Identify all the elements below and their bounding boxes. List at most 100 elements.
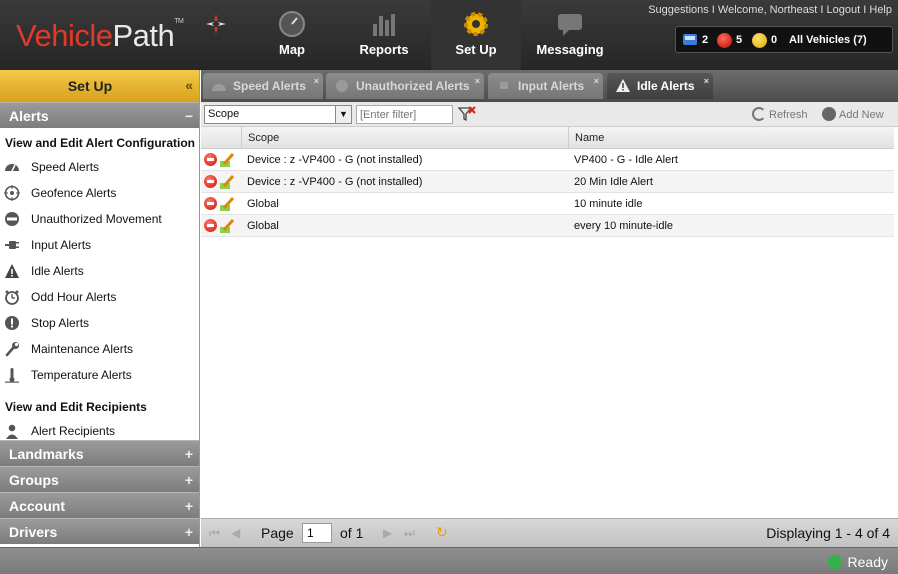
chevron-down-icon[interactable]: ▼ (335, 106, 351, 123)
collapse-icon[interactable]: − (185, 103, 193, 129)
tab-idle-alerts[interactable]: Idle Alerts × (607, 73, 713, 99)
expand-icon[interactable]: + (185, 467, 193, 493)
last-page-icon[interactable]: ⏭ (404, 526, 415, 541)
table-row[interactable]: Global 10 minute idle (201, 193, 894, 215)
add-new-button[interactable]: Add New (822, 107, 884, 121)
gear-icon (464, 12, 488, 36)
nav-map-label: Map (279, 42, 305, 57)
edit-pencil-icon[interactable] (219, 152, 235, 168)
clear-filter-icon[interactable] (458, 106, 476, 122)
cell-name: VP400 - G - Idle Alert (574, 154, 678, 166)
account-section-header[interactable]: Account + (0, 492, 199, 518)
tab-speed-alerts[interactable]: Speed Alerts × (203, 73, 323, 99)
menu-alert-recipients[interactable]: Alert Recipients (0, 418, 199, 440)
delete-icon[interactable] (204, 197, 217, 210)
nav-map[interactable]: Map (247, 0, 337, 70)
expand-icon[interactable]: + (185, 493, 193, 519)
stop-icon (5, 316, 19, 330)
close-tab-icon[interactable]: × (594, 68, 599, 94)
nav-messaging[interactable]: Messaging (525, 0, 615, 70)
logout-link[interactable]: Logout (827, 4, 861, 16)
table-row[interactable]: Global every 10 minute-idle (201, 215, 894, 237)
page-count: of 1 (340, 525, 364, 541)
tab-idle-alerts-label: Idle Alerts (637, 79, 695, 93)
grid-toolbar: Scope ▼ Refresh Add New (201, 102, 898, 127)
close-tab-icon[interactable]: × (314, 68, 319, 94)
edit-pencil-icon[interactable] (219, 174, 235, 190)
no-entry-icon (5, 212, 19, 226)
add-icon (822, 107, 836, 121)
tab-input-alerts[interactable]: Input Alerts × (488, 73, 603, 99)
bar-chart-icon (373, 14, 395, 36)
first-page-icon[interactable]: ⏮ (209, 526, 220, 541)
vehicle-blue-icon (683, 34, 697, 45)
refresh-icon[interactable]: ↻ (436, 524, 448, 541)
status-bar: Ready (0, 547, 898, 574)
suggestions-link[interactable]: Suggestions (648, 4, 709, 16)
all-vehicles-label: All Vehicles (7) (789, 34, 867, 46)
prev-page-icon[interactable]: ◀ (231, 526, 240, 540)
drivers-section-header[interactable]: Drivers + (0, 518, 199, 544)
menu-speed-alerts[interactable]: Speed Alerts (0, 154, 199, 180)
nav-setup[interactable]: Set Up (431, 0, 521, 70)
speedometer-icon (212, 84, 226, 91)
alert-config-heading: View and Edit Alert Configuration (5, 136, 196, 150)
scope-select[interactable]: Scope ▼ (204, 105, 352, 124)
page-number-input[interactable] (302, 523, 332, 543)
delete-icon[interactable] (204, 219, 217, 232)
menu-temperature-alerts[interactable]: Temperature Alerts (0, 362, 199, 388)
account-section-label: Account (9, 498, 65, 514)
menu-unauthorized-movement[interactable]: Unauthorized Movement (0, 206, 199, 232)
app-header: VehiclePathTM Map Reports Set Up Messagi… (0, 0, 898, 70)
menu-idle-alerts-label: Idle Alerts (31, 264, 84, 278)
menu-input-alerts-label: Input Alerts (31, 238, 92, 252)
column-header-scope[interactable]: Scope (241, 127, 568, 149)
refresh-button[interactable]: Refresh (752, 107, 808, 121)
pagination-bar: ⏮ ◀ Page of 1 ▶ ⏭ ↻ Displaying 1 - 4 of … (201, 518, 898, 547)
collapse-panel-icon[interactable]: « (185, 77, 193, 93)
refresh-icon (752, 107, 766, 121)
edit-pencil-icon[interactable] (219, 218, 235, 234)
delete-icon[interactable] (204, 153, 217, 166)
table-row[interactable]: Device : z -VP400 - G (not installed) VP… (201, 149, 894, 171)
vehiclepath-logo[interactable]: VehiclePathTM (16, 18, 184, 54)
help-link[interactable]: Help (869, 4, 892, 16)
menu-stop-alerts[interactable]: Stop Alerts (0, 310, 199, 336)
main-content: Speed Alerts × Unauthorized Alerts × Inp… (201, 70, 898, 547)
expand-icon[interactable]: + (185, 519, 193, 545)
logo-text-path: Path (112, 18, 175, 53)
table-row[interactable]: Device : z -VP400 - G (not installed) 20… (201, 171, 894, 193)
next-page-icon[interactable]: ▶ (383, 526, 392, 540)
menu-input-alerts[interactable]: Input Alerts (0, 232, 199, 258)
speech-bubble-icon (558, 14, 582, 36)
plug-icon (5, 241, 19, 249)
speedometer-icon (5, 164, 19, 172)
nav-reports[interactable]: Reports (339, 0, 429, 70)
scope-select-value: Scope (208, 108, 240, 120)
tab-unauthorized-alerts[interactable]: Unauthorized Alerts × (326, 73, 484, 99)
refresh-label: Refresh (769, 109, 808, 121)
menu-maintenance-alerts[interactable]: Maintenance Alerts (0, 336, 199, 362)
delete-icon[interactable] (204, 175, 217, 188)
vehicle-yellow-count: 0 (771, 34, 778, 46)
landmarks-section-header[interactable]: Landmarks + (0, 440, 199, 466)
cell-scope: Global (247, 198, 279, 210)
menu-geofence-alerts[interactable]: Geofence Alerts (0, 180, 199, 206)
close-tab-icon[interactable]: × (704, 68, 709, 94)
column-header-name[interactable]: Name (568, 127, 894, 149)
cell-name: every 10 minute-idle (574, 220, 674, 232)
person-icon (6, 424, 18, 439)
geofence-icon (4, 185, 20, 201)
alerts-section-header[interactable]: Alerts − (0, 102, 199, 128)
menu-idle-alerts[interactable]: Idle Alerts (0, 258, 199, 284)
menu-odd-hour-alerts[interactable]: Odd Hour Alerts (0, 284, 199, 310)
expand-icon[interactable]: + (185, 441, 193, 467)
edit-pencil-icon[interactable] (219, 196, 235, 212)
vehicle-red-icon (717, 33, 732, 48)
groups-section-header[interactable]: Groups + (0, 466, 199, 492)
close-tab-icon[interactable]: × (475, 68, 480, 94)
menu-speed-alerts-label: Speed Alerts (31, 160, 100, 174)
drivers-section-label: Drivers (9, 524, 58, 540)
vehicle-status-box[interactable]: 2 5 0 All Vehicles (7) (675, 26, 893, 53)
filter-input[interactable] (356, 105, 453, 124)
